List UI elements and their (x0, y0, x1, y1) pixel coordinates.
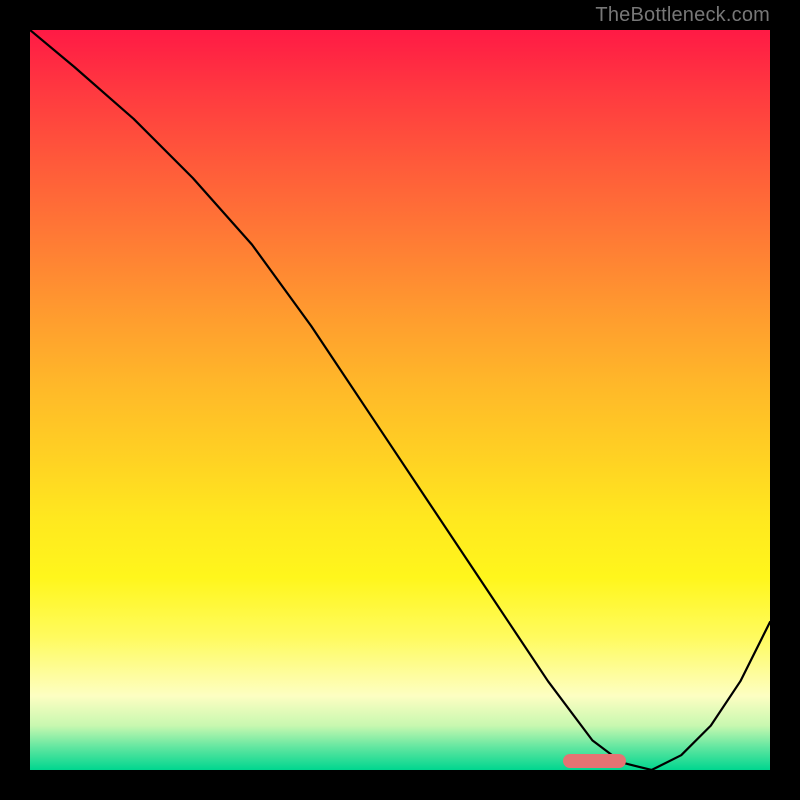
plot-area (30, 30, 770, 770)
line-svg (30, 30, 770, 770)
watermark-text: TheBottleneck.com (595, 4, 770, 27)
chart-frame: TheBottleneck.com (0, 0, 800, 800)
bottleneck-curve (30, 30, 770, 770)
optimum-marker (563, 754, 626, 768)
